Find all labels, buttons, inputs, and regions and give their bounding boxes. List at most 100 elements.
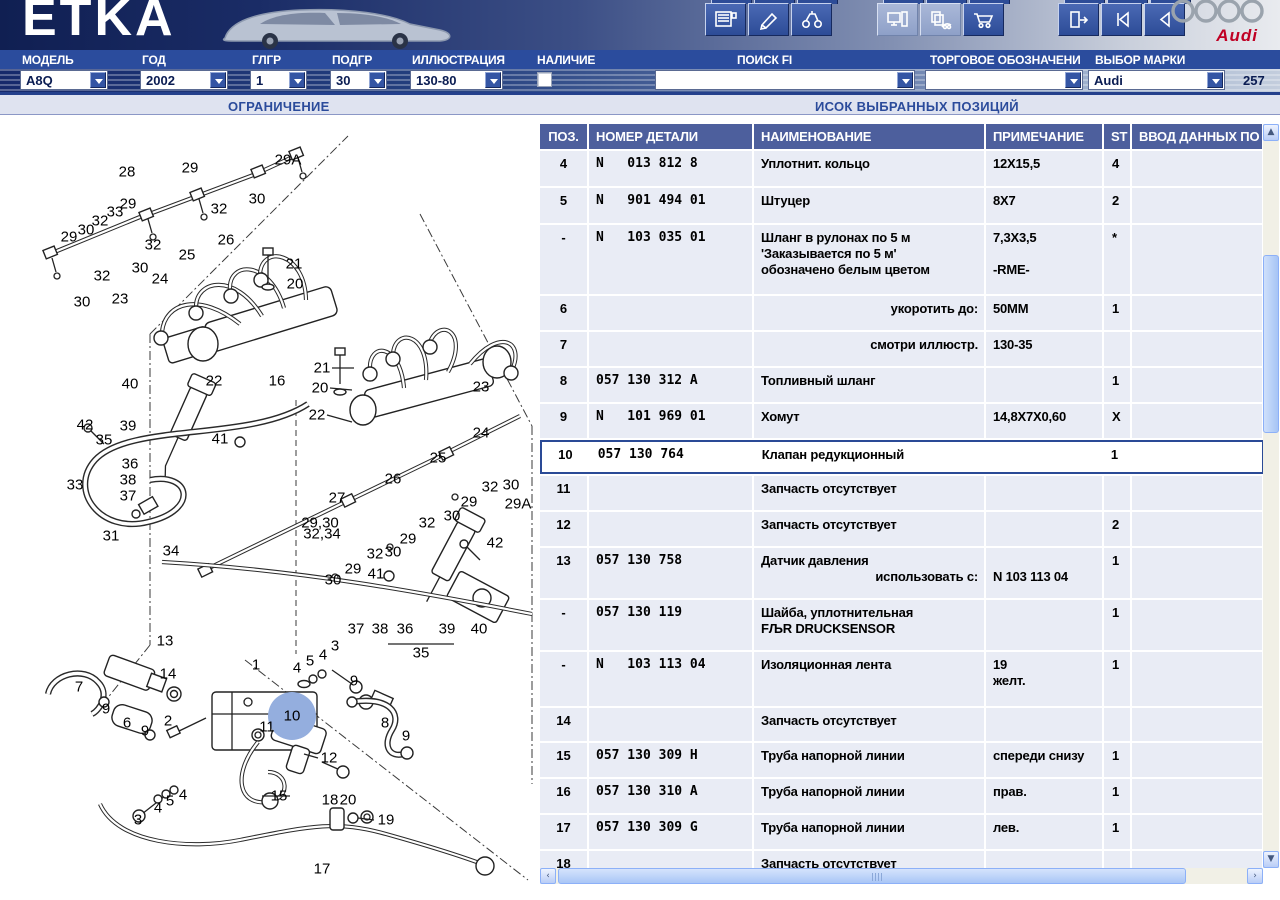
table-row[interactable]: 18Запчасть отсутствует [540,851,1264,868]
diagram-callout[interactable]: 33 [107,204,124,221]
diagram-callout[interactable]: 33 [67,477,84,494]
filter-select-7[interactable] [925,70,1083,90]
diagram-callout[interactable]: 29A [275,152,302,169]
diagram-callout[interactable]: 30 [385,544,402,561]
table-horizontal-scrollbar[interactable]: ‹ › [540,868,1263,884]
edit-button[interactable] [748,3,789,36]
column-header[interactable]: ПРИМЕЧАНИЕ [986,124,1102,149]
diagram-callout[interactable]: 3 [134,812,142,829]
chevron-down-icon[interactable] [897,72,913,88]
diagram-callout[interactable]: 12 [321,750,338,767]
diagram-callout[interactable]: 20 [312,380,329,397]
table-row[interactable]: 8057 130 312 AТопливный шланг1 [540,368,1264,402]
diagram-callout[interactable]: 4 [154,800,162,817]
elsa-button[interactable] [877,3,918,36]
diagram-callout[interactable]: 29 [400,531,417,548]
chassis-button[interactable] [791,3,832,36]
table-row[interactable]: -N 103 035 01Шланг в рулонах по 5 м'Зака… [540,225,1264,294]
filter-select-3[interactable]: 30 [330,70,387,90]
diagram-callout[interactable]: 35 [96,432,113,449]
diagram-callout[interactable]: 1 [252,657,260,674]
diagram-callout[interactable]: 9 [350,673,358,690]
chevron-down-icon[interactable] [210,72,226,88]
diagram-callout[interactable]: 32 [94,268,111,285]
diagram-callout[interactable]: 4 [179,787,187,804]
diagram-callout[interactable]: 25 [430,450,447,467]
diagram-callout[interactable]: 41 [368,566,385,583]
scroll-down-button[interactable]: ▼ [1263,851,1279,868]
diagram-callout[interactable]: 31 [103,528,120,545]
diagram-callout[interactable]: 36 [397,621,414,638]
diagram-callout[interactable]: 9 [102,701,110,718]
diagram-callout[interactable]: 29 [461,494,478,511]
table-row[interactable]: 15057 130 309 HТруба напорной линииспере… [540,743,1264,777]
column-header[interactable]: ВВОД ДАННЫХ ПО [1132,124,1262,149]
diagram-callout[interactable]: 18 [322,792,339,809]
diagram-callout[interactable]: 6 [123,715,131,732]
back-to-start-button[interactable] [1101,3,1142,36]
diagram-callout[interactable]: 24 [473,425,490,442]
diagram-callout[interactable]: 23 [112,291,129,308]
diagram-callout[interactable]: 37 [348,621,365,638]
cart-button[interactable] [963,3,1004,36]
diagram-callout[interactable]: 29 [182,160,199,177]
table-row[interactable]: -N 103 113 04Изоляционная лента19желт.1 [540,652,1264,706]
table-row[interactable]: 7смотри иллюстр.130-35 [540,332,1264,366]
diagram-callout[interactable]: 40 [471,621,488,638]
table-row[interactable]: 12Запчасть отсутствует2 [540,512,1264,546]
diagram-callout[interactable]: 29 [345,561,362,578]
diagram-callout[interactable]: 9 [141,723,149,740]
diagram-callout[interactable]: 23 [473,379,490,396]
diagram-callout[interactable]: 42 [77,417,94,434]
table-row[interactable]: -057 130 119Шайба, уплотнительнаяFЉR DRU… [540,600,1264,650]
diagram-callout[interactable]: 41 [212,431,229,448]
column-header[interactable]: НОМЕР ДЕТАЛИ [589,124,752,149]
chevron-down-icon[interactable] [289,72,305,88]
diagram-callout[interactable]: 30 [74,294,91,311]
diagram-callout[interactable]: 30 [132,260,149,277]
availability-checkbox[interactable] [537,72,552,87]
table-row[interactable]: 9N 101 969 01Хомут14,8X7X0,60X [540,404,1264,438]
diagram-callout[interactable]: 36 [122,456,139,473]
diagram-callout[interactable]: 25 [179,247,196,264]
diagram-callout[interactable]: 30 [325,572,342,589]
table-row[interactable]: 11Запчасть отсутствует [540,476,1264,510]
diagram-callout[interactable]: 20 [287,276,304,293]
diagram-callout[interactable]: 30 [78,222,95,239]
parts-list-button[interactable] [705,3,746,36]
diagram-callout[interactable]: 32 [482,479,499,496]
diagram-callout[interactable]: 2 [164,713,172,730]
filter-select-2[interactable]: 1 [250,70,307,90]
diagram-callout[interactable]: 5 [306,653,314,670]
diagram-callout[interactable]: 30 [503,477,520,494]
table-row[interactable]: 13057 130 758Датчик давленияиспользовать… [540,548,1264,598]
scroll-right-button[interactable]: › [1247,868,1263,884]
diagram-callout[interactable]: 21 [314,360,331,377]
diagram-callout[interactable]: 32,34 [303,526,341,543]
diagram-callout[interactable]: 14 [160,666,177,683]
diagram-callout[interactable]: 8 [381,715,389,732]
table-row[interactable]: 16057 130 310 AТруба напорной линииправ.… [540,779,1264,813]
chevron-down-icon[interactable] [90,72,106,88]
diagram-callout[interactable]: 20 [340,792,357,809]
table-vertical-scrollbar[interactable]: ▲ ▼ [1263,124,1279,868]
diagram-callout[interactable]: 3 [331,638,339,655]
chevron-down-icon[interactable] [369,72,385,88]
diagram-callout[interactable]: 35 [413,645,430,662]
column-header[interactable]: НАИМЕНОВАНИЕ [754,124,984,149]
diagram-callout[interactable]: 39 [439,621,456,638]
diagram-callout[interactable]: 29A [505,496,532,513]
column-header[interactable]: ПОЗ. [540,124,587,149]
diagram-callout[interactable]: 7 [75,679,83,696]
diagram-callout[interactable]: 13 [157,633,174,650]
diagram-callout[interactable]: 22 [309,407,326,424]
diagram-callout[interactable]: 10 [284,708,301,725]
column-header[interactable]: ST [1104,124,1130,149]
table-row[interactable]: 17057 130 309 GТруба напорной линиилев.1 [540,815,1264,849]
parts-diagram[interactable]: 282929A303229333230293230323026252423212… [10,120,535,882]
horizontal-scroll-thumb[interactable] [558,868,1186,884]
diagram-callout[interactable]: 4 [293,660,301,677]
exit-button[interactable] [1058,3,1099,36]
chevron-down-icon[interactable] [1207,72,1223,88]
diagram-callout[interactable]: 37 [120,488,137,505]
